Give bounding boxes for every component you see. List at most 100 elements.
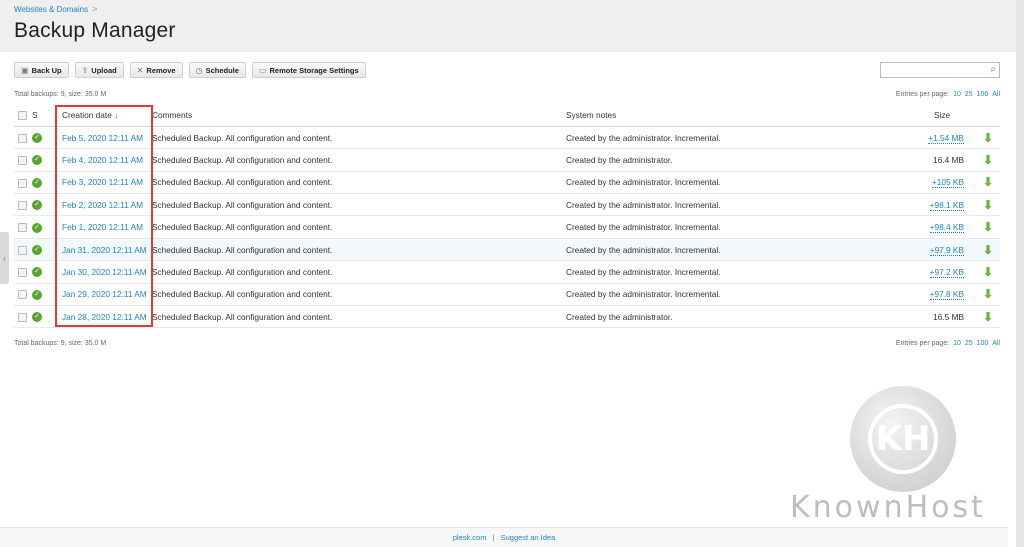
table-row[interactable]: ✓ Jan 28, 2020 12:11 AM Scheduled Backup. … (14, 305, 1000, 329)
remote-storage-settings-button[interactable]: ▭ Remote Storage Settings (251, 62, 366, 78)
download-icon[interactable]: ⬇ (983, 153, 993, 167)
row-cell-download: ⬇ (976, 283, 1000, 307)
per-page-100[interactable]: 100 (977, 91, 989, 98)
per-page-all[interactable]: All (992, 91, 1000, 98)
table-row[interactable]: ✓ Jan 31, 2020 12:11 AM Scheduled Backup. … (14, 238, 1000, 262)
page-scrollbar[interactable] (1016, 0, 1024, 547)
creation-date-highlight-box (55, 105, 153, 327)
status-column-header[interactable]: S (32, 104, 56, 127)
size-column-header[interactable]: Size (906, 104, 976, 127)
table-row[interactable]: ✓ Feb 5, 2020 12:11 AM Scheduled Backup. A… (14, 126, 1000, 150)
row-comment: Scheduled Backup. All configuration and … (152, 148, 566, 172)
row-cell-size: 16.5 MB (906, 305, 976, 329)
row-cell-download: ⬇ (976, 260, 1000, 284)
entries-per-page-label-bottom: Entries per page: (895, 340, 950, 347)
row-checkbox[interactable] (18, 268, 27, 278)
total-backups-summary: Total backups: 9, size: 35.0 M (14, 91, 107, 98)
download-icon[interactable]: ⬇ (983, 265, 993, 279)
table-row[interactable]: ✓ Feb 1, 2020 12:11 AM Scheduled Backup. A… (14, 215, 1000, 239)
backup-size: 16.5 MB (933, 311, 964, 322)
backup-size[interactable]: +97.9 KB (929, 244, 964, 256)
backup-size[interactable]: +98.4 KB (929, 222, 964, 234)
backup-size[interactable]: +97.2 KB (929, 266, 964, 278)
entries-per-page: Entries per page: 10 25 100 All (896, 91, 1000, 98)
per-page-10-bottom[interactable]: 10 (953, 340, 961, 347)
per-page-100-bottom[interactable]: 100 (977, 340, 989, 347)
row-comment: Scheduled Backup. All configuration and … (152, 260, 566, 284)
status-ok-icon: ✓ (32, 200, 42, 211)
row-system-notes: Created by the administrator. Incrementa… (566, 171, 906, 195)
row-comment: Scheduled Backup. All configuration and … (152, 171, 566, 195)
table-row[interactable]: ✓ Jan 29, 2020 12:11 AM Scheduled Backup. … (14, 283, 1000, 307)
remove-button[interactable]: ✕ Remove (129, 62, 183, 78)
search-input[interactable]: ⌕ (880, 62, 1000, 78)
row-system-notes: Created by the administrator. (566, 148, 906, 172)
toolbar: ▣ Back Up ⇪ Upload ✕ Remove ◷ Schedule ▭ Remo… (14, 62, 1000, 78)
backups-table: S Creation date ↓ Comments System notes … (14, 104, 1000, 329)
backup-size[interactable]: +105 KB (931, 177, 964, 189)
backup-size[interactable]: +97.8 KB (929, 289, 964, 301)
row-cell-download: ⬇ (976, 148, 1000, 172)
row-checkbox[interactable] (18, 245, 27, 255)
download-icon[interactable]: ⬇ (983, 175, 993, 189)
comments-column-header[interactable]: Comments (152, 104, 566, 127)
row-cell-download: ⬇ (976, 305, 1000, 329)
knownhost-watermark-text: KnownHost (790, 490, 986, 525)
select-all-checkbox[interactable] (18, 111, 27, 121)
status-ok-icon: ✓ (32, 132, 42, 143)
table-row[interactable]: ✓ Jan 30, 2020 12:11 AM Scheduled Backup. … (14, 260, 1000, 284)
chevron-left-icon: ‹ (3, 253, 6, 263)
logo-monogram: KH (868, 404, 938, 474)
row-comment: Scheduled Backup. All configuration and … (152, 238, 566, 262)
entries-per-page-label: Entries per page: (895, 91, 950, 98)
search-icon[interactable]: ⌕ (990, 64, 996, 75)
download-icon[interactable]: ⬇ (983, 243, 993, 257)
per-page-25-bottom[interactable]: 25 (965, 340, 973, 347)
row-system-notes: Created by the administrator. Incrementa… (566, 193, 906, 217)
download-icon[interactable]: ⬇ (983, 198, 993, 212)
row-checkbox[interactable] (18, 312, 27, 322)
row-cell-select (14, 171, 32, 195)
select-all-header (14, 104, 32, 127)
table-row[interactable]: ✓ Feb 3, 2020 12:11 AM Scheduled Backup. A… (14, 171, 1000, 195)
system-notes-column-header[interactable]: System notes (566, 104, 906, 127)
row-cell-status: ✓ (32, 238, 56, 262)
row-checkbox[interactable] (18, 133, 27, 143)
page-title: Backup Manager (14, 19, 176, 42)
row-cell-status: ✓ (32, 260, 56, 284)
backup-size[interactable]: +1.54 MB (928, 132, 964, 144)
suggest-idea-link[interactable]: Suggest an Idea (501, 533, 556, 542)
per-page-all-bottom[interactable]: All (992, 340, 1000, 347)
back-up-button[interactable]: ▣ Back Up (14, 62, 69, 78)
row-checkbox[interactable] (18, 200, 27, 210)
download-icon[interactable]: ⬇ (983, 287, 993, 301)
entries-per-page-bottom: Entries per page: 10 25 100 All (896, 340, 1000, 347)
upload-button[interactable]: ⇪ Upload (74, 62, 124, 78)
row-checkbox[interactable] (18, 223, 27, 233)
download-icon[interactable]: ⬇ (983, 310, 993, 324)
row-cell-select (14, 283, 32, 307)
plesk-link[interactable]: plesk.com (453, 533, 487, 542)
sidebar-toggle[interactable]: ‹ (0, 232, 9, 284)
download-icon[interactable]: ⬇ (983, 220, 993, 234)
row-comment: Scheduled Backup. All configuration and … (152, 215, 566, 239)
row-system-notes: Created by the administrator. Incrementa… (566, 260, 906, 284)
row-system-notes: Created by the administrator. Incrementa… (566, 238, 906, 262)
breadcrumb-link-websites-domains[interactable]: Websites & Domains (14, 5, 88, 14)
row-cell-size: 16.4 MB (906, 148, 976, 172)
remote-storage-label: Remote Storage Settings (269, 65, 359, 75)
page-header: Websites & Domains > Backup Manager (0, 0, 1016, 52)
row-system-notes: Created by the administrator. Incrementa… (566, 215, 906, 239)
row-checkbox[interactable] (18, 178, 27, 188)
backup-size[interactable]: +98.1 KB (929, 199, 964, 211)
table-row[interactable]: ✓ Feb 2, 2020 12:11 AM Scheduled Backup. A… (14, 193, 1000, 217)
per-page-10[interactable]: 10 (953, 91, 961, 98)
row-checkbox[interactable] (18, 290, 27, 300)
per-page-25[interactable]: 25 (965, 91, 973, 98)
row-system-notes: Created by the administrator. Incrementa… (566, 283, 906, 307)
table-row[interactable]: ✓ Feb 4, 2020 12:11 AM Scheduled Backup. A… (14, 148, 1000, 172)
download-icon[interactable]: ⬇ (983, 131, 993, 145)
download-column-header (976, 104, 1000, 127)
schedule-button[interactable]: ◷ Schedule (188, 62, 246, 78)
row-checkbox[interactable] (18, 156, 27, 166)
